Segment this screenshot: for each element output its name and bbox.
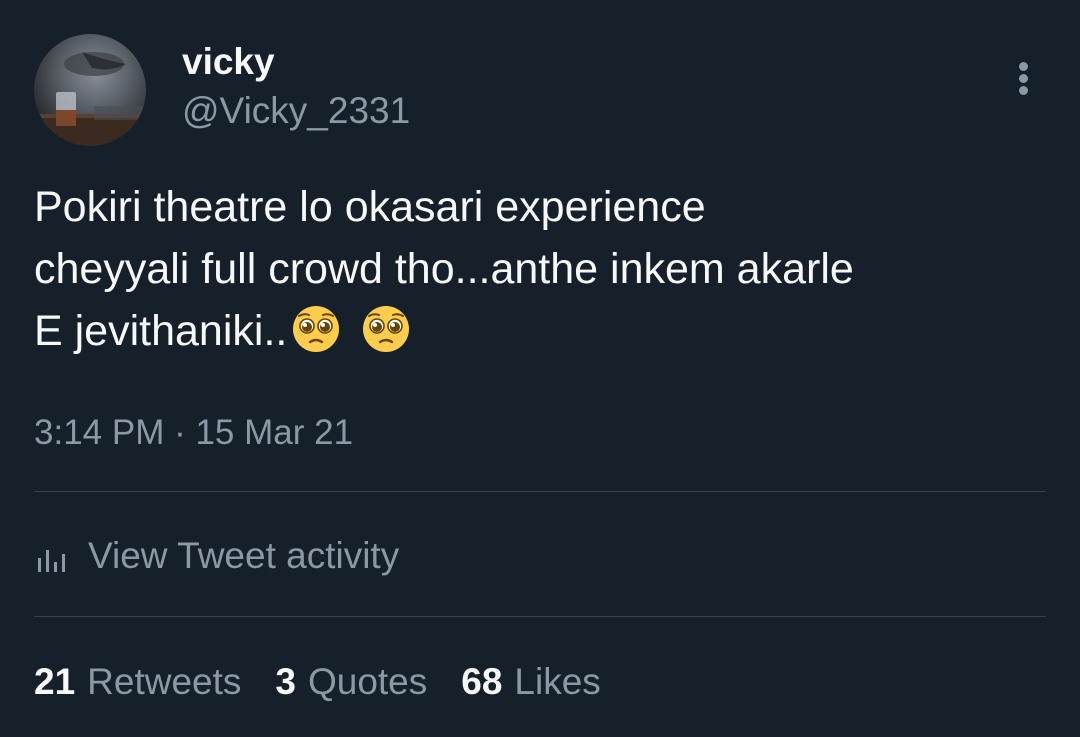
author-handle[interactable]: @Vicky_2331	[182, 89, 410, 133]
pleading-face-emoji	[363, 306, 410, 352]
likes-label: Likes	[514, 661, 601, 702]
quotes-stat[interactable]: 3 Quotes	[275, 658, 427, 706]
divider	[34, 491, 1046, 492]
tweet-time[interactable]: 3:14 PM	[34, 413, 164, 452]
quotes-count: 3	[275, 661, 296, 702]
tweet-text-line-last: E jevithaniki..	[34, 300, 1054, 362]
more-options-icon[interactable]	[1004, 56, 1044, 100]
view-tweet-activity-link[interactable]: View Tweet activity	[34, 532, 399, 580]
retweets-count: 21	[34, 661, 76, 702]
tweet-text: Pokiri theatre lo okasari experience che…	[34, 176, 1054, 362]
retweets-label: Retweets	[87, 661, 242, 702]
tweet-text-line: cheyyali full crowd tho...anthe inkem ak…	[34, 245, 854, 293]
likes-count: 68	[461, 661, 503, 702]
tweet-text-line: E jevithaniki..	[34, 307, 288, 355]
divider	[34, 616, 1046, 617]
avatar[interactable]	[34, 34, 146, 146]
engagement-stats: 21 Retweets 3 Quotes 68 Likes	[34, 658, 635, 706]
likes-stat[interactable]: 68 Likes	[461, 658, 601, 706]
avatar-photo	[34, 52, 146, 146]
pleading-face-emoji	[293, 306, 340, 352]
timestamp-separator: ·	[164, 413, 196, 452]
tweet-date[interactable]: 15 Mar 21	[195, 413, 353, 452]
quotes-label: Quotes	[307, 661, 428, 702]
bar-chart-icon	[38, 550, 65, 572]
retweets-stat[interactable]: 21 Retweets	[34, 658, 241, 706]
author-display-name[interactable]: vicky	[182, 40, 275, 84]
tweet-timestamp[interactable]: 3:14 PM · 15 Mar 21	[34, 412, 353, 454]
tweet-text-line: Pokiri theatre lo okasari experience	[34, 183, 706, 231]
view-tweet-activity-label[interactable]: View Tweet activity	[88, 535, 399, 577]
tweet-detail: vicky @Vicky_2331 Pokiri theatre lo okas…	[0, 0, 1080, 737]
